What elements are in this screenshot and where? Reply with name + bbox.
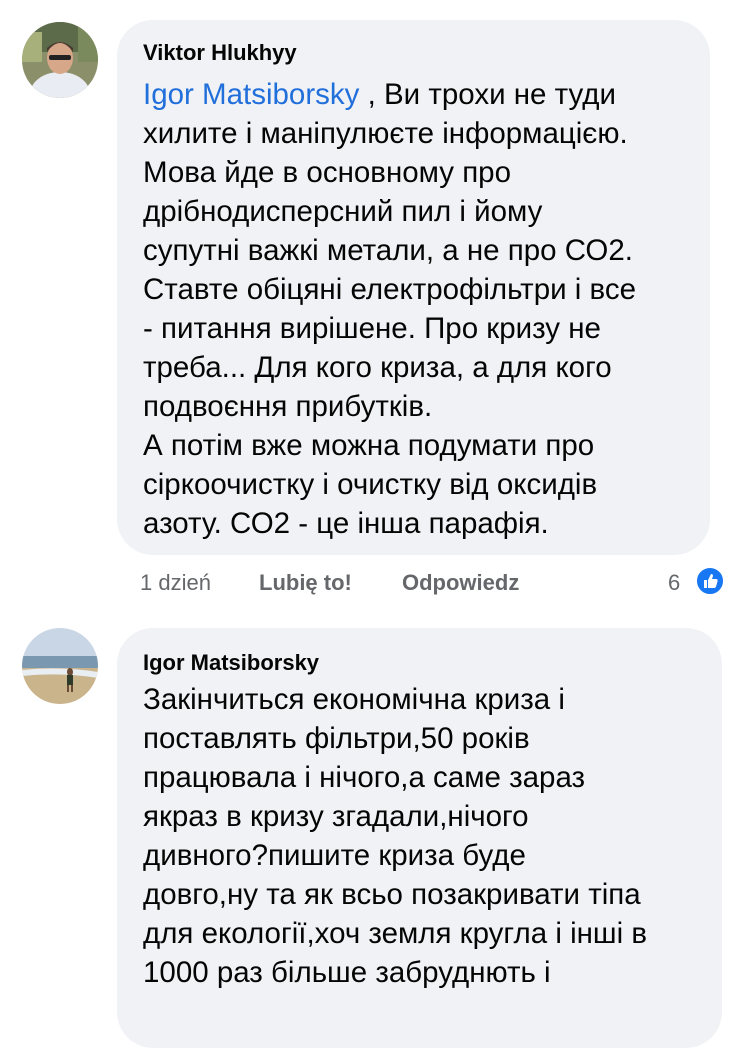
comment-line: якраз в кризу згадали,нічого xyxy=(143,800,529,833)
mention-link[interactable]: Igor Matsiborsky xyxy=(143,78,359,111)
avatar-man-icon xyxy=(22,22,98,98)
comment-author[interactable]: Igor Matsiborsky xyxy=(143,650,319,676)
comment-line: Ставте обіцяні електрофільтри і все xyxy=(143,273,637,306)
comment-line: поставлять фільтри,50 років xyxy=(143,722,530,755)
like-button[interactable]: Lubię to! xyxy=(259,570,352,596)
comment-viktor: Viktor Hlukhyy Igor Matsiborsky , Ви тро… xyxy=(0,0,750,620)
reaction-badge[interactable] xyxy=(695,566,725,596)
comment-line: А потім вже можна подумати про xyxy=(143,429,595,462)
comment-line: сіркоочистку і очистку від оксидів xyxy=(143,468,598,501)
comment-line: треба... Для кого криза, а для кого xyxy=(143,351,612,384)
comment-author[interactable]: Viktor Hlukhyy xyxy=(143,40,297,66)
comment-bubble: Viktor Hlukhyy Igor Matsiborsky , Ви тро… xyxy=(117,20,710,555)
comment-line: хилите і маніпулюєте інформацією. xyxy=(143,117,628,150)
comment-bubble: Igor Matsiborsky Закінчиться економічна … xyxy=(117,628,722,1048)
comment-line: дрібнодисперсний пил і йому xyxy=(143,195,543,228)
reply-button[interactable]: Odpowiedz xyxy=(402,570,519,596)
comment-timestamp[interactable]: 1 dzień xyxy=(140,570,211,596)
reaction-count[interactable]: 6 xyxy=(668,570,680,596)
comment-line: азоту. СО2 - це інша парафія. xyxy=(143,507,549,540)
comment-line: 1000 раз більше забруднють і xyxy=(143,956,551,989)
comment-line: подвоєння прибутків. xyxy=(143,390,433,423)
comment-line: супутні важкі метали, а не про СО2. xyxy=(143,234,633,267)
comment-line: для екології,хоч земля кругла і інші в xyxy=(143,917,648,950)
comment-line: працювала і нічого,а саме зараз xyxy=(143,761,586,794)
comment-text-segment: , Ви трохи не туди xyxy=(359,78,616,111)
comment-line: Мова йде в основному про xyxy=(143,156,511,189)
thumbs-up-icon xyxy=(704,574,718,588)
comment-line: Закінчиться економічна криза і xyxy=(143,683,565,716)
comment-text: Igor Matsiborsky , Ви трохи не туди хили… xyxy=(143,75,636,543)
comment-text: Закінчиться економічна криза і поставлят… xyxy=(143,680,647,992)
comment-line: дивного?пишите криза буде xyxy=(143,839,526,872)
avatar-beach-icon xyxy=(22,628,98,704)
avatar-viktor[interactable] xyxy=(22,22,98,98)
comment-line: - питання вирішене. Про кризу не xyxy=(143,312,601,345)
comment-line: довго,ну та як всьо позакривати тіпа xyxy=(143,878,641,911)
comment-igor: Igor Matsiborsky Закінчиться економічна … xyxy=(0,620,750,1048)
avatar-igor[interactable] xyxy=(22,628,98,704)
comment-line: Igor Matsiborsky , Ви трохи не туди xyxy=(143,75,636,114)
